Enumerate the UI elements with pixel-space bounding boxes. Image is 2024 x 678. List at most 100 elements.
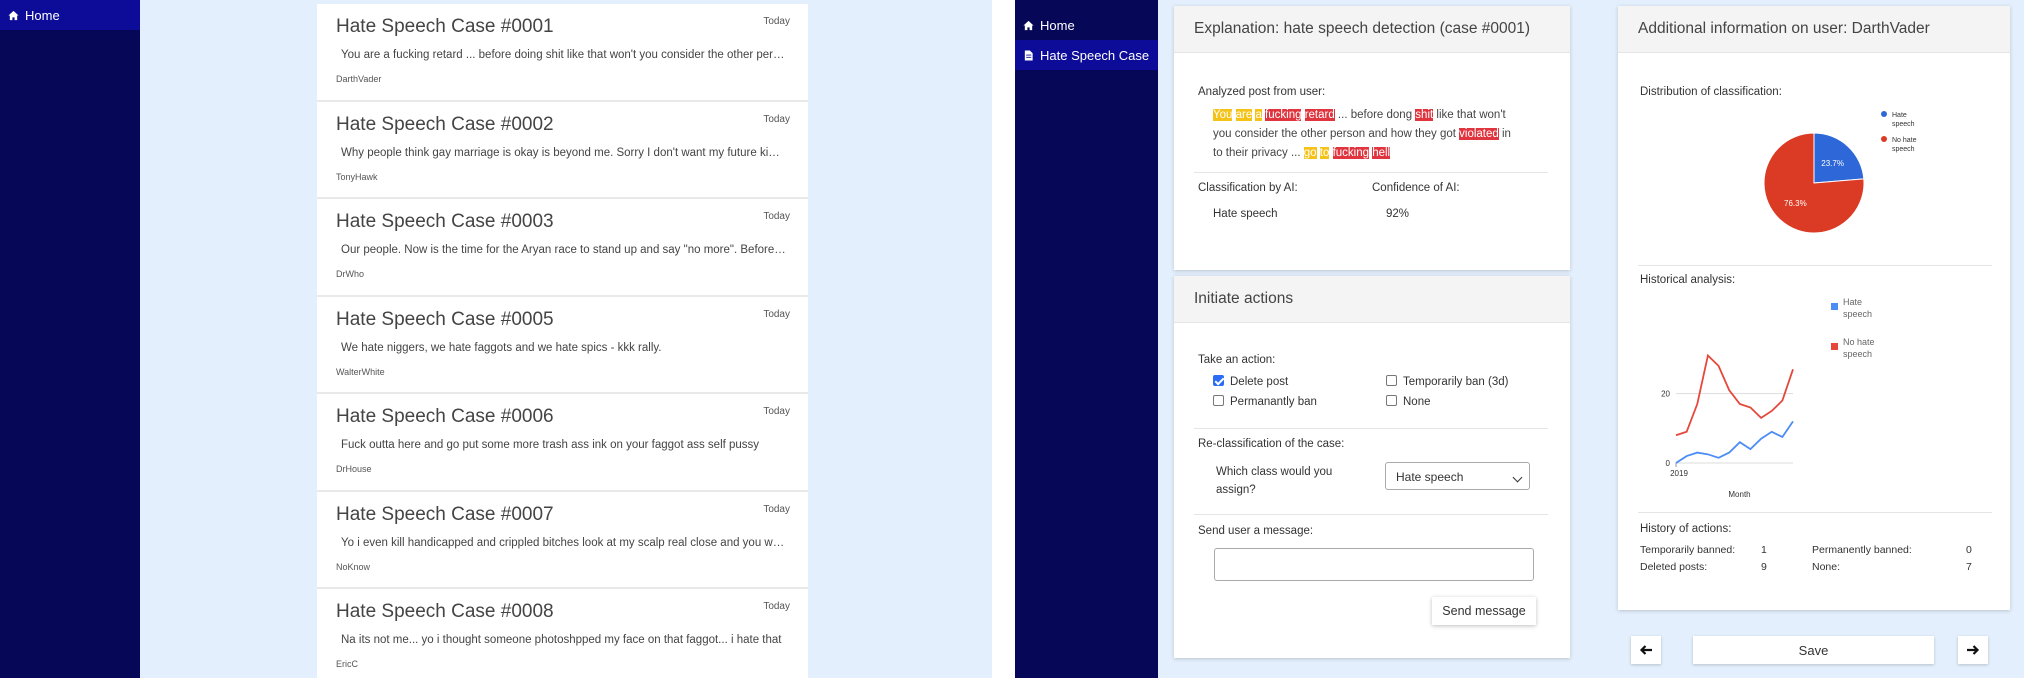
case-snippet: Our people. Now is the time for the Arya… — [341, 244, 786, 256]
case-date: Today — [763, 211, 790, 222]
permanently-ban-checkbox[interactable]: Permanantly ban — [1213, 395, 1317, 408]
case-title: Hate Speech Case #0002 — [336, 113, 554, 135]
divider — [1638, 512, 1992, 513]
home-icon — [8, 10, 19, 20]
line-legend-label: No hate — [1843, 337, 1875, 347]
sidebar-item-home[interactable]: Home — [1015, 10, 1158, 40]
actions-panel: Initiate actions Take an action: Delete … — [1174, 276, 1570, 658]
case-title: Hate Speech Case #0003 — [336, 211, 554, 232]
divider — [1194, 514, 1548, 515]
post-text-segment: to their privacy ... — [1213, 147, 1304, 159]
case-snippet: Yo i even kill handicapped and crippled … — [341, 536, 786, 549]
post-text-segment: ... before dong — [1334, 109, 1416, 121]
divider — [1638, 265, 1992, 266]
explanation-header: Explanation: hate speech detection (case… — [1174, 6, 1570, 53]
checkbox-unchecked — [1386, 395, 1397, 406]
perm-banned-label: Permanently banned: — [1812, 544, 1912, 556]
sidebar: Home — [0, 0, 140, 678]
case-list-item[interactable]: Hate Speech Case #0006 Today Fuck outta he… — [317, 394, 808, 492]
case-user: NoKnow — [336, 561, 371, 572]
case-user: EricC — [336, 659, 358, 669]
next-case-button[interactable] — [1958, 636, 1988, 664]
pie-legend-label: No hate — [1892, 137, 1917, 144]
document-icon — [1024, 49, 1033, 61]
distribution-pie-chart: 23.7% 76.3% Hate speech No hate speech — [1763, 111, 1917, 234]
post-line: you consider the other person and how th… — [1213, 125, 1553, 144]
sidebar: Home Hate Speech Case — [1015, 0, 1158, 678]
distribution-label: Distribution of classification: — [1640, 86, 1782, 98]
case-snippet: You are a fucking retard ... before doin… — [341, 49, 786, 61]
option-label: Delete post — [1230, 376, 1289, 388]
case-date: Today — [763, 308, 790, 320]
previous-case-button[interactable] — [1631, 636, 1661, 664]
chevron-down-icon — [1512, 472, 1523, 483]
send-message-button[interactable]: Send message — [1432, 597, 1536, 625]
option-label: None — [1403, 396, 1431, 408]
case-title: Hate Speech Case #0007 — [336, 503, 554, 525]
option-label: Temporarily ban (3d) — [1403, 376, 1509, 388]
pie-legend-label: speech — [1892, 121, 1915, 128]
x-axis-label: Month — [1728, 490, 1750, 499]
highlight-high-word: retard — [1304, 109, 1335, 121]
none-label: None: — [1812, 561, 1841, 573]
case-title: Hate Speech Case #0008 — [336, 601, 554, 622]
pie-slice-label: 76.3% — [1784, 199, 1807, 208]
case-list-item[interactable]: Hate Speech Case #0001 Today You are a fuc… — [317, 4, 808, 102]
y-tick-label: 0 — [1666, 459, 1671, 468]
highlight-low-word: a — [1255, 109, 1262, 121]
option-label: Permanantly ban — [1230, 396, 1317, 408]
case-date: Today — [763, 503, 790, 515]
arrow-left-icon — [1639, 645, 1652, 655]
post-line: to their privacy ... go to fucking hell — [1213, 144, 1553, 163]
case-list-item[interactable]: Hate Speech Case #0007 Today Yo i even kil… — [317, 492, 808, 589]
line-legend-label: Hate — [1843, 297, 1862, 307]
analyzed-post-label: Analyzed post from user: — [1198, 86, 1326, 98]
highlight-high-word: fucking — [1265, 109, 1302, 121]
case-title: Hate Speech Case #0001 — [336, 16, 554, 37]
take-action-label: Take an action: — [1198, 354, 1276, 366]
line-series — [1675, 353, 1794, 437]
temp-banned-label: Temporarily banned: — [1640, 544, 1736, 556]
case-list-item[interactable]: Hate Speech Case #0008 Today Na its not me… — [317, 589, 808, 678]
case-snippet: Why people think gay marriage is okay is… — [341, 146, 786, 159]
confidence-label: Confidence of AI: — [1372, 182, 1460, 194]
sidebar-item-hate-speech-case[interactable]: Hate Speech Case — [1015, 40, 1158, 70]
pie-legend-label: Hate — [1892, 112, 1907, 119]
message-input[interactable] — [1214, 548, 1534, 581]
case-list-item[interactable]: Hate Speech Case #0003 Today Our people. N… — [317, 199, 808, 297]
y-tick-label: 20 — [1661, 390, 1670, 399]
arrow-right-icon — [1967, 645, 1980, 655]
sidebar-item-home[interactable]: Home — [0, 0, 140, 30]
none-checkbox[interactable]: None — [1386, 395, 1431, 408]
case-snippet: Fuck outta here and go put some more tra… — [341, 439, 760, 451]
case-list-item[interactable]: Hate Speech Case #0002 Today Why people th… — [317, 102, 808, 199]
case-title: Hate Speech Case #0005 — [336, 308, 554, 330]
none-value: 7 — [1966, 561, 1972, 573]
line-legend-label: speech — [1843, 349, 1872, 359]
user-info-panel: Additional information on user: DarthVad… — [1618, 6, 2010, 610]
case-user: DrWho — [336, 269, 365, 279]
which-class-label-line2: assign? — [1216, 484, 1256, 496]
temporarily-ban-checkbox[interactable]: Temporarily ban (3d) — [1386, 375, 1508, 388]
checkbox-unchecked — [1213, 395, 1224, 406]
delete-post-checkbox[interactable]: Delete post — [1213, 375, 1288, 388]
case-list-item[interactable]: Hate Speech Case #0005 Today We hate nigge… — [317, 297, 808, 394]
case-list-screen: Home Hate Speech Case #0001 Today You are … — [0, 0, 992, 678]
user-info-header: Additional information on user: DarthVad… — [1618, 6, 2010, 53]
highlight-low-word: to — [1319, 147, 1330, 159]
temp-banned-value: 1 — [1761, 544, 1767, 556]
class-select-value: Hate speech — [1396, 470, 1464, 484]
post-text-segment: you consider the other person and how th… — [1213, 128, 1460, 140]
classification-label: Classification by AI: — [1198, 182, 1298, 194]
case-snippet: We hate niggers, we hate faggots and we … — [341, 341, 662, 354]
reclassification-label: Re-classification of the case: — [1198, 438, 1345, 450]
case-user: TonyHawk — [336, 171, 378, 182]
x-tick-label: 2019 — [1670, 469, 1688, 478]
case-date: Today — [763, 406, 790, 417]
case-list: Hate Speech Case #0001 Today You are a fuc… — [317, 4, 808, 678]
highlight-low-word: go — [1303, 147, 1317, 159]
legend-swatch — [1831, 343, 1838, 350]
save-button[interactable]: Save — [1693, 636, 1934, 664]
class-select[interactable]: Hate speech — [1385, 462, 1530, 490]
highlight-high-word: violated — [1459, 128, 1499, 140]
